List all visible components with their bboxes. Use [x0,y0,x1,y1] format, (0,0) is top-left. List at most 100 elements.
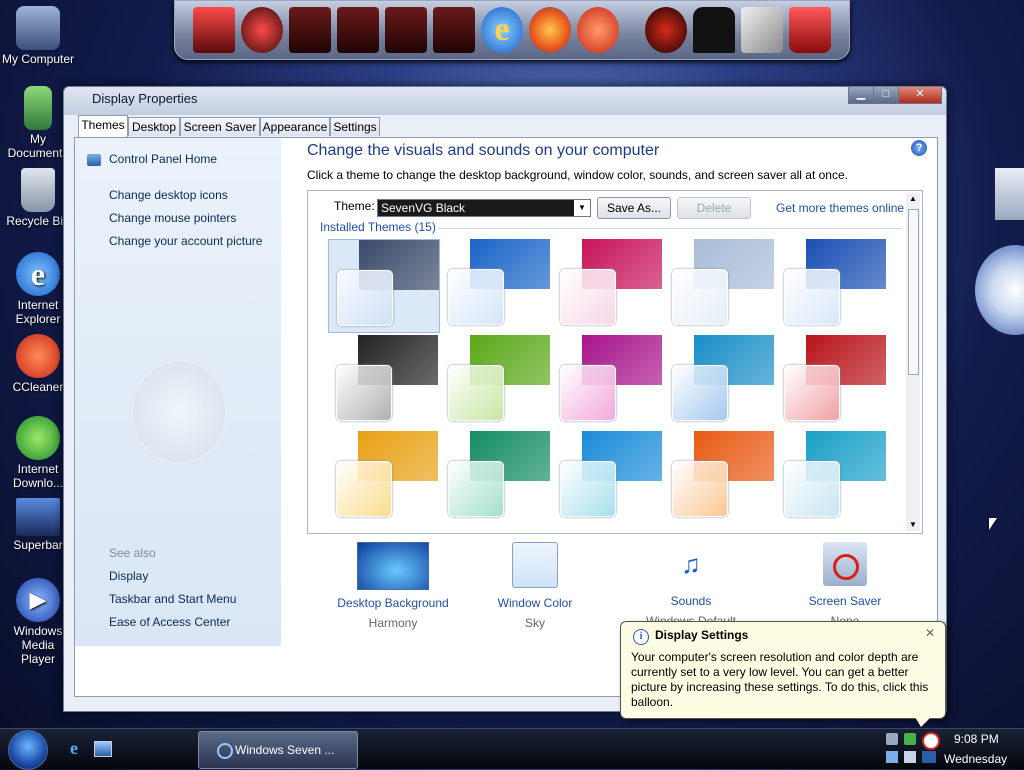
theme-thumbnail[interactable] [664,239,774,331]
theme-glass-preview [336,365,392,421]
mouse-cursor-icon [989,518,997,530]
theme-glass-preview [337,270,393,326]
theme-thumbnail[interactable] [440,335,550,427]
dock-ccleaner-icon[interactable] [577,7,619,53]
dock-globe-icon[interactable] [645,7,687,53]
close-button[interactable]: ✕ [898,87,942,104]
theme-thumbnail[interactable] [776,431,886,523]
balloon-title: Display Settings [655,628,749,642]
delete-button[interactable]: Delete [677,197,751,219]
dock-ie-icon[interactable]: e [481,7,523,53]
tray-language-icon[interactable] [922,751,936,763]
tab-screen-saver[interactable]: Screen Saver [180,117,260,136]
theme-thumbnail[interactable] [440,239,550,331]
tab-themes[interactable]: Themes [78,115,128,137]
dock-tools-icon[interactable] [741,7,783,53]
window-color-item[interactable]: Window Color Sky [485,542,585,630]
theme-thumbnail[interactable] [552,335,662,427]
change-mouse-pointers-link[interactable]: Change mouse pointers [109,211,236,225]
screen-saver-icon [823,542,867,586]
theme-thumbnail[interactable] [328,335,438,427]
desktop-background-thumb [357,542,429,590]
theme-glass-preview [448,461,504,517]
theme-chooser: Theme: SevenVG Black ▼ Save As... Delete… [307,190,923,534]
sounds-item[interactable]: ♫ Sounds Windows Default [641,542,741,628]
minimize-button[interactable]: ▁ [848,87,874,104]
theme-thumbnail[interactable] [440,431,550,523]
tab-appearance[interactable]: Appearance [260,117,330,136]
quicklaunch-desktop-icon[interactable] [94,741,112,757]
start-orb-button[interactable] [8,730,48,770]
display-settings-balloon[interactable]: i Display Settings ✕ Your computer's scr… [620,621,946,727]
dock-music-folder-icon[interactable] [337,7,379,53]
control-panel-home-link[interactable]: Control Panel Home [109,152,217,166]
task-window-icon [217,743,233,759]
tray-network-icon[interactable] [904,733,916,745]
clock-day[interactable]: Wednesday [944,752,1007,766]
maximize-button[interactable]: □ [873,87,899,104]
title-bar[interactable]: Display Properties ▁ □ ✕ [64,87,946,115]
save-as-button[interactable]: Save As... [597,197,671,219]
dock-folder-icon[interactable] [289,7,331,53]
theme-glass-preview [672,365,728,421]
theme-thumbnail[interactable] [776,239,886,331]
dock-trash-icon[interactable] [789,7,831,53]
wallpaper-folder-decoration [995,168,1024,220]
tab-settings[interactable]: Settings [330,117,380,136]
dock-firefox-icon[interactable] [529,7,571,53]
installed-divider [438,228,902,229]
theme-thumbnail[interactable] [328,431,438,523]
display-properties-window: Display Properties ▁ □ ✕ Themes Desktop … [63,86,947,712]
tray-display-warning-icon[interactable] [922,732,940,750]
tray-volume-icon[interactable] [886,733,898,745]
theme-scrollbar[interactable]: ▲ ▼ [906,193,920,531]
theme-thumbnail[interactable] [552,431,662,523]
get-more-themes-link[interactable]: Get more themes online [776,201,904,215]
change-account-picture-link[interactable]: Change your account picture [109,234,262,248]
screen-saver-item[interactable]: Screen Saver None [795,542,895,628]
balloon-close-icon[interactable]: ✕ [925,626,935,640]
theme-thumbnail[interactable] [664,335,774,427]
scroll-up-icon[interactable]: ▲ [906,193,920,205]
theme-thumbnail[interactable] [664,431,774,523]
theme-glass-preview [336,461,392,517]
theme-glass-preview [560,461,616,517]
dock-video-folder-icon[interactable] [433,7,475,53]
desktop-icon-my-computer[interactable]: My Computer [0,6,76,66]
scroll-down-icon[interactable]: ▼ [906,519,920,531]
help-icon[interactable]: ? [911,140,927,156]
chevron-down-icon: ▼ [574,200,590,216]
sounds-icon: ♫ [681,549,701,579]
theme-glass-preview [672,269,728,325]
theme-glass-preview [784,365,840,421]
see-also-ease-of-access-link[interactable]: Ease of Access Center [109,615,230,629]
dock-monitor-icon[interactable] [193,7,235,53]
taskbar-button-display-properties[interactable]: Windows Seven ... [198,731,358,769]
dock-bar: e [174,0,850,60]
see-also-taskbar-link[interactable]: Taskbar and Start Menu [109,592,236,606]
dock-pictures-folder-icon[interactable] [385,7,427,53]
control-panel-home-icon [87,154,101,166]
tray-apps-icon[interactable] [904,751,916,763]
see-also-display-link[interactable]: Display [109,569,148,583]
clock-time[interactable]: 9:08 PM [954,732,999,746]
theme-thumbnail[interactable] [552,239,662,331]
theme-glass-preview [448,365,504,421]
dock-display-icon[interactable] [241,7,283,53]
scroll-thumb[interactable] [908,209,919,375]
change-desktop-icons-link[interactable]: Change desktop icons [109,188,228,202]
theme-label: Theme: [334,199,375,213]
theme-dropdown[interactable]: SevenVG Black ▼ [377,199,591,217]
no-sign-icon [833,554,859,580]
tab-desktop[interactable]: Desktop [128,117,180,136]
dock-tshirt-icon[interactable] [693,7,735,53]
theme-glass-preview [560,365,616,421]
theme-thumbnail[interactable] [328,239,440,333]
installed-themes-label: Installed Themes (15) [320,220,436,234]
club-crest-watermark [131,360,227,464]
quicklaunch-ie-icon[interactable]: e [70,739,86,757]
theme-glass-preview [448,269,504,325]
desktop-background-item[interactable]: Desktop Background Harmony [327,542,459,630]
tray-desktop-icon[interactable] [886,751,898,763]
theme-thumbnail[interactable] [776,335,886,427]
